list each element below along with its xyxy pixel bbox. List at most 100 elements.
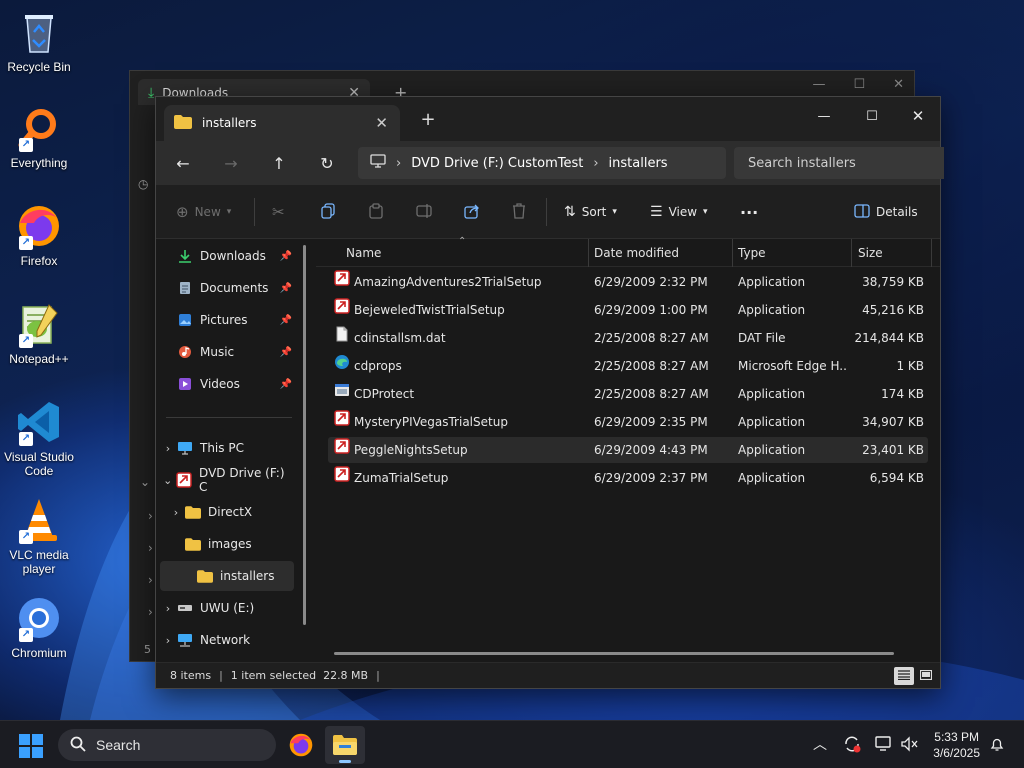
tab-installers[interactable]: installers ✕ xyxy=(164,105,400,141)
refresh-icon: ↻ xyxy=(320,153,334,173)
sidebar-item-this-pc[interactable]: › This PC xyxy=(160,433,294,463)
chevron-right-icon[interactable]: › xyxy=(160,602,176,615)
view-list-icon: ☰ xyxy=(650,204,663,220)
details-view-icon xyxy=(898,669,910,683)
sidebar-item-network[interactable]: › Network xyxy=(160,625,294,655)
taskbar-file-explorer[interactable] xyxy=(325,726,365,764)
horizontal-scrollbar[interactable] xyxy=(334,652,894,655)
chevron-down-icon[interactable]: ⌄ xyxy=(160,474,176,487)
column-header-date[interactable]: Date modified xyxy=(584,239,679,267)
start-button[interactable] xyxy=(18,733,44,759)
close-window-button[interactable]: ✕ xyxy=(898,103,938,129)
close-icon[interactable]: ✕ xyxy=(893,77,904,92)
file-row[interactable]: cdinstallsm.dat 2/25/2008 8:27 AM DAT File… xyxy=(328,325,928,351)
status-divider: | xyxy=(376,669,380,682)
desktop-icon-notepadpp[interactable]: ↗ Notepad++ xyxy=(2,300,76,366)
maximize-button[interactable]: ☐ xyxy=(852,103,892,129)
notifications-button[interactable] xyxy=(986,733,1008,755)
file-row[interactable]: ZumaTrialSetup 6/29/2009 2:37 PM Applicati… xyxy=(328,465,928,491)
sidebar-scrollbar[interactable] xyxy=(303,245,306,625)
column-header-type[interactable]: Type xyxy=(728,239,766,267)
new-tab-button[interactable]: + xyxy=(418,109,438,130)
volume-muted-icon xyxy=(901,736,918,752)
view-button-label: View xyxy=(668,205,698,219)
sidebar-item-pictures[interactable]: Pictures 📌 xyxy=(160,305,294,335)
new-button[interactable]: ⊕ New ▾ xyxy=(176,200,231,224)
bell-icon xyxy=(990,738,1004,751)
close-icon[interactable]: ✕ xyxy=(375,114,388,132)
delete-button[interactable] xyxy=(512,200,526,224)
sidebar-item-music[interactable]: Music 📌 xyxy=(160,337,294,367)
more-options-button[interactable]: ··· xyxy=(740,200,758,224)
breadcrumb-drive[interactable]: DVD Drive (F:) CustomTest xyxy=(411,156,583,171)
sidebar-divider xyxy=(166,417,292,418)
maximize-icon[interactable]: ☐ xyxy=(853,77,865,92)
everything-icon: ↗ xyxy=(15,104,63,152)
share-button[interactable] xyxy=(464,200,480,224)
taskbar-search-box[interactable]: Search xyxy=(58,729,276,761)
chevron-right-icon: › xyxy=(148,509,153,523)
details-view-button[interactable] xyxy=(894,667,914,685)
folder-icon xyxy=(184,536,202,552)
forward-button[interactable]: → xyxy=(217,150,245,176)
up-button[interactable]: ↑ xyxy=(265,150,293,176)
column-header-size[interactable]: Size xyxy=(848,239,883,267)
add-circle-icon: ⊕ xyxy=(176,203,189,221)
details-pane-button[interactable]: Details xyxy=(854,200,918,224)
file-type: DAT File xyxy=(738,331,786,345)
sidebar-item-uwu-drive[interactable]: › UWU (E:) xyxy=(160,593,294,623)
desktop-icon-vscode[interactable]: ↗ Visual Studio Code xyxy=(2,398,76,478)
sort-button[interactable]: ⇅ Sort ▾ xyxy=(564,200,617,224)
pin-icon: 📌 xyxy=(279,346,292,358)
taskbar-firefox[interactable] xyxy=(281,726,321,764)
search-box[interactable] xyxy=(734,147,944,179)
desktop-icon-recycle-bin[interactable]: Recycle Bin xyxy=(2,8,76,74)
rename-button[interactable] xyxy=(416,200,434,224)
file-explorer-window[interactable]: installers ✕ + — ☐ ✕ ← → ↑ ↻ › DVD Drive… xyxy=(155,96,944,689)
sidebar-item-images[interactable]: images xyxy=(184,529,294,559)
computer-icon xyxy=(176,440,194,456)
column-resize-handle[interactable] xyxy=(931,239,932,267)
column-header-name[interactable]: Name xyxy=(336,239,381,267)
chevron-down-icon: ⌄ xyxy=(140,475,151,489)
file-row[interactable]: CDProtect 2/25/2008 8:27 AM Application 174… xyxy=(328,381,928,407)
back-button[interactable]: ← xyxy=(169,150,197,176)
desktop-icon-chromium[interactable]: ↗ Chromium xyxy=(2,594,76,660)
copy-button[interactable] xyxy=(320,200,336,224)
taskbar-clock[interactable]: 5:33 PM 3/6/2025 xyxy=(933,729,980,761)
chevron-right-icon[interactable]: › xyxy=(160,634,176,647)
file-row[interactable]: MysteryPIVegasTrialSetup 6/29/2009 2:35 P… xyxy=(328,409,928,435)
refresh-button[interactable]: ↻ xyxy=(313,150,341,176)
file-row[interactable]: cdprops 2/25/2008 8:27 AM Microsoft Edge H… xyxy=(328,353,928,379)
sidebar-item-directx[interactable]: › DirectX xyxy=(168,497,294,527)
view-button[interactable]: ☰ View ▾ xyxy=(650,200,708,224)
file-name: CDProtect xyxy=(354,387,415,401)
sidebar-item-downloads[interactable]: Downloads 📌 xyxy=(160,241,294,271)
sidebar-item-videos[interactable]: Videos 📌 xyxy=(160,369,294,399)
desktop-icon-everything[interactable]: ↗ Everything xyxy=(2,104,76,170)
sort-icon: ⇅ xyxy=(564,204,576,220)
sidebar-item-documents[interactable]: Documents 📌 xyxy=(160,273,294,303)
paste-button[interactable] xyxy=(368,200,384,224)
sidebar-item-installers[interactable]: installers xyxy=(160,561,294,591)
tiles-view-button[interactable] xyxy=(916,667,936,685)
search-input[interactable] xyxy=(748,155,944,171)
file-row[interactable]: AmazingAdventures2TrialSetup 6/29/2009 2:… xyxy=(328,269,928,295)
chevron-right-icon[interactable]: › xyxy=(168,506,184,519)
desktop-icon-vlc[interactable]: ↗ VLC media player xyxy=(2,496,76,576)
sidebar-item-dvd-drive[interactable]: ⌄ DVD Drive (F:) C xyxy=(160,465,294,495)
desktop-icon-firefox[interactable]: ↗ Firefox xyxy=(2,202,76,268)
breadcrumb-installers[interactable]: installers xyxy=(609,156,668,171)
volume-tray-icon[interactable] xyxy=(899,733,921,755)
file-row[interactable]: BejeweledTwistTrialSetup 6/29/2009 1:00 P… xyxy=(328,297,928,323)
file-row[interactable]: PeggleNightsSetup 6/29/2009 4:43 PM Applic… xyxy=(328,437,928,463)
chevron-right-icon[interactable]: › xyxy=(160,442,176,455)
minimize-button[interactable]: — xyxy=(804,103,844,129)
update-tray-icon[interactable] xyxy=(841,733,863,755)
minimize-icon[interactable]: — xyxy=(812,77,825,92)
network-tray-icon[interactable] xyxy=(873,733,895,755)
show-hidden-icons-button[interactable]: ︿ xyxy=(809,733,831,755)
cut-button[interactable]: ✂ xyxy=(272,200,285,224)
address-bar[interactable]: › DVD Drive (F:) CustomTest › installers xyxy=(358,147,726,179)
file-date: 6/29/2009 4:43 PM xyxy=(594,443,708,457)
